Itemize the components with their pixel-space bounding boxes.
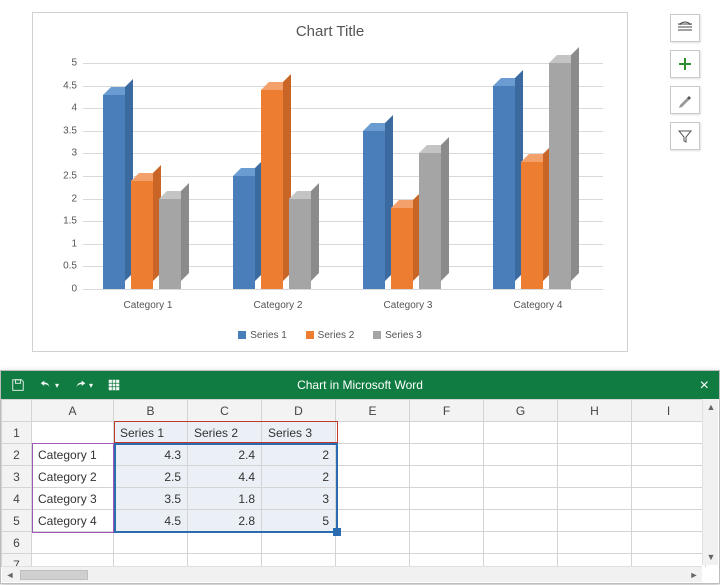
excel-titlebar: ▾ ▾ Chart in Microsoft Word × xyxy=(1,371,719,399)
y-tick-label: 0.5 xyxy=(49,261,77,272)
bar-series1-1[interactable] xyxy=(103,95,125,289)
scroll-up-icon[interactable]: ▲ xyxy=(703,399,719,415)
cell-b3[interactable]: 2.5 xyxy=(114,466,188,488)
y-tick-label: 3.5 xyxy=(49,125,77,136)
y-tick-label: 4 xyxy=(49,103,77,114)
cell-c3[interactable]: 4.4 xyxy=(188,466,262,488)
row-header-1[interactable]: 1 xyxy=(2,422,32,444)
cell-a5[interactable]: Category 4 xyxy=(32,510,114,532)
y-tick-label: 2.5 xyxy=(49,171,77,182)
cell-c1[interactable]: Series 2 xyxy=(188,422,262,444)
select-all-corner[interactable] xyxy=(2,400,32,422)
col-header-c[interactable]: C xyxy=(188,400,262,422)
bar-series3-2[interactable] xyxy=(289,199,311,289)
chart-container[interactable]: Chart Title 00.511.522.533.544.55Categor… xyxy=(32,12,628,352)
legend-series-2: Series 2 xyxy=(306,330,355,341)
y-tick-label: 3 xyxy=(49,148,77,159)
y-tick-label: 1 xyxy=(49,238,77,249)
chart-plot-area: 00.511.522.533.544.55Category 1Category … xyxy=(83,63,603,289)
cell-c2[interactable]: 2.4 xyxy=(188,444,262,466)
sheet-icon[interactable] xyxy=(107,378,121,392)
cell-a3[interactable]: Category 2 xyxy=(32,466,114,488)
legend-series-3: Series 3 xyxy=(373,330,422,341)
category-label: Category 4 xyxy=(473,300,603,311)
vertical-scrollbar[interactable]: ▲ ▼ xyxy=(702,399,718,565)
cell-a2[interactable]: Category 1 xyxy=(32,444,114,466)
cell-a1[interactable] xyxy=(32,422,114,444)
bar-series3-3[interactable] xyxy=(419,153,441,289)
cell-b1[interactable]: Series 1 xyxy=(114,422,188,444)
cell-b4[interactable]: 3.5 xyxy=(114,488,188,510)
col-header-g[interactable]: G xyxy=(484,400,558,422)
legend-series-1: Series 1 xyxy=(238,330,287,341)
cell-e1[interactable] xyxy=(336,422,410,444)
chart-title: Chart Title xyxy=(33,13,627,44)
col-header-b[interactable]: B xyxy=(114,400,188,422)
horizontal-scrollbar[interactable]: ◄ ► xyxy=(2,566,702,582)
row-header-7[interactable]: 7 xyxy=(2,554,32,568)
row-header-6[interactable]: 6 xyxy=(2,532,32,554)
scroll-down-icon[interactable]: ▼ xyxy=(703,549,719,565)
row-header-3[interactable]: 3 xyxy=(2,466,32,488)
close-icon[interactable]: × xyxy=(700,377,709,395)
cell-d3[interactable]: 2 xyxy=(262,466,336,488)
chart-legend: Series 1 Series 2 Series 3 xyxy=(33,330,627,341)
col-header-e[interactable]: E xyxy=(336,400,410,422)
bar-series3-4[interactable] xyxy=(549,63,571,289)
bar-series2-3[interactable] xyxy=(391,208,413,289)
save-icon[interactable] xyxy=(11,378,25,392)
range-resize-handle[interactable] xyxy=(333,528,341,536)
col-header-a[interactable]: A xyxy=(32,400,114,422)
cell-d5[interactable]: 5 xyxy=(262,510,336,532)
scroll-right-icon[interactable]: ► xyxy=(686,567,702,583)
layout-options-button[interactable] xyxy=(670,14,700,42)
scroll-left-icon[interactable]: ◄ xyxy=(2,567,18,583)
y-tick-label: 0 xyxy=(49,284,77,295)
chart-filters-button[interactable] xyxy=(670,122,700,150)
bar-series2-1[interactable] xyxy=(131,181,153,289)
category-label: Category 1 xyxy=(83,300,213,311)
y-tick-label: 4.5 xyxy=(49,80,77,91)
bar-series1-4[interactable] xyxy=(493,86,515,289)
bar-series1-2[interactable] xyxy=(233,176,255,289)
spreadsheet-grid[interactable]: A B C D E F G H I 1 Series 1 Series 2 Se… xyxy=(1,399,706,567)
col-header-i[interactable]: I xyxy=(632,400,706,422)
cell-b2[interactable]: 4.3 xyxy=(114,444,188,466)
bar-series2-4[interactable] xyxy=(521,162,543,289)
cell-b5[interactable]: 4.5 xyxy=(114,510,188,532)
cell-a4[interactable]: Category 3 xyxy=(32,488,114,510)
col-header-d[interactable]: D xyxy=(262,400,336,422)
excel-data-window: ▾ ▾ Chart in Microsoft Word × A B C D E … xyxy=(0,370,720,584)
y-tick-label: 2 xyxy=(49,193,77,204)
bar-series2-2[interactable] xyxy=(261,90,283,289)
cell-d4[interactable]: 3 xyxy=(262,488,336,510)
row-header-4[interactable]: 4 xyxy=(2,488,32,510)
cell-d2[interactable]: 2 xyxy=(262,444,336,466)
row-header-2[interactable]: 2 xyxy=(2,444,32,466)
y-tick-label: 5 xyxy=(49,58,77,69)
category-label: Category 2 xyxy=(213,300,343,311)
bar-series3-1[interactable] xyxy=(159,199,181,289)
undo-icon[interactable]: ▾ xyxy=(39,378,59,392)
bar-series1-3[interactable] xyxy=(363,131,385,289)
category-label: Category 3 xyxy=(343,300,473,311)
chart-elements-button[interactable] xyxy=(670,50,700,78)
chart-styles-button[interactable] xyxy=(670,86,700,114)
col-header-h[interactable]: H xyxy=(558,400,632,422)
scroll-thumb[interactable] xyxy=(20,570,88,580)
y-tick-label: 1.5 xyxy=(49,216,77,227)
cell-d1[interactable]: Series 3 xyxy=(262,422,336,444)
redo-icon[interactable]: ▾ xyxy=(73,378,93,392)
cell-c4[interactable]: 1.8 xyxy=(188,488,262,510)
col-header-f[interactable]: F xyxy=(410,400,484,422)
cell-c5[interactable]: 2.8 xyxy=(188,510,262,532)
row-header-5[interactable]: 5 xyxy=(2,510,32,532)
